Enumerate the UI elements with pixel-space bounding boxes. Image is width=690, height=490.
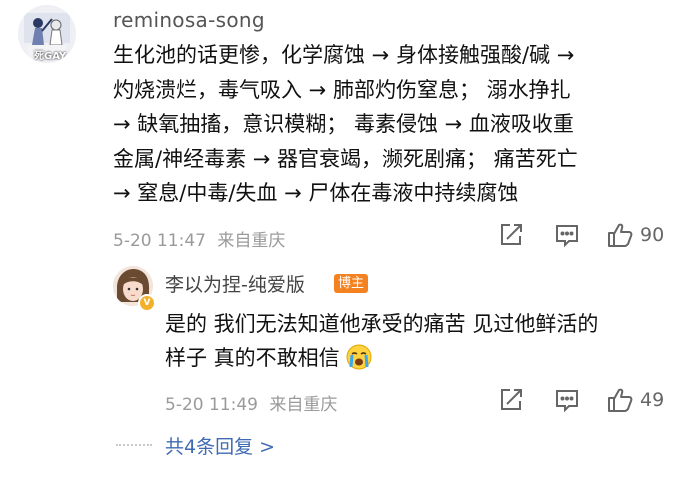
comment-source: 来自重庆	[217, 231, 286, 251]
view-more-replies-link[interactable]: 共4条回复 >	[165, 432, 275, 459]
thumbs-up-icon	[606, 222, 634, 248]
avatar[interactable]: 死GAY	[18, 5, 76, 63]
comment-icon[interactable]	[554, 222, 580, 248]
reply-body: 是的 我们无法知道他承受的痛苦 见过他鲜活的 样子 真的不敢相信	[165, 307, 665, 375]
comment-line: 生化池的话更惨，化学腐蚀 → 身体接触强酸/碱 →	[113, 43, 575, 67]
reply-line: 样子 真的不敢相信	[165, 341, 665, 375]
thumbs-up-icon	[606, 387, 634, 413]
comment-meta: 5-20 11:47 来自重庆	[113, 226, 285, 251]
like-count: 90	[640, 224, 665, 246]
comment-line: 金属/神经毒素 → 器官衰竭，濒死剧痛； 痛苦死亡	[113, 146, 578, 171]
reply-comment-icon[interactable]	[554, 387, 580, 413]
reply-like-button[interactable]: 49	[606, 387, 664, 413]
comment-line: 灼烧溃烂，毒气吸入 → 肺部灼伤窒息； 溺水挣扎	[113, 77, 571, 102]
reply-username[interactable]: 李以为捏-纯爱版	[165, 270, 305, 297]
reply-like-count: 49	[640, 389, 665, 411]
reply-line: 是的 我们无法知道他承受的痛苦 见过他鲜活的	[165, 312, 599, 336]
like-button[interactable]: 90	[606, 222, 664, 248]
comment-line: → 缺氧抽搐，意识模糊； 毒素侵蚀 → 血液吸收重	[113, 112, 574, 136]
comment-body: 生化池的话更惨，化学腐蚀 → 身体接触强酸/碱 → 灼烧溃烂，毒气吸入 → 肺部…	[113, 38, 673, 211]
crying-face-icon	[346, 344, 372, 370]
avatar-caption: 死GAY	[34, 51, 67, 62]
reply-meta: 5-20 11:49 来自重庆	[165, 390, 337, 415]
reply-line-text: 样子 真的不敢相信	[165, 346, 340, 370]
divider	[116, 444, 152, 446]
reply-time: 5-20 11:49	[165, 395, 258, 415]
comment-username[interactable]: reminosa-song	[113, 8, 265, 32]
op-badge: 博主	[334, 274, 369, 293]
comment-line: → 窒息/中毒/失血 → 尸体在毒液中持续腐蚀	[113, 181, 519, 205]
reply-source: 来自重庆	[269, 395, 338, 415]
reply-share-icon[interactable]	[498, 387, 524, 413]
verified-badge-icon: V	[138, 294, 156, 312]
share-icon[interactable]	[498, 222, 524, 248]
comment-time: 5-20 11:47	[113, 231, 206, 251]
